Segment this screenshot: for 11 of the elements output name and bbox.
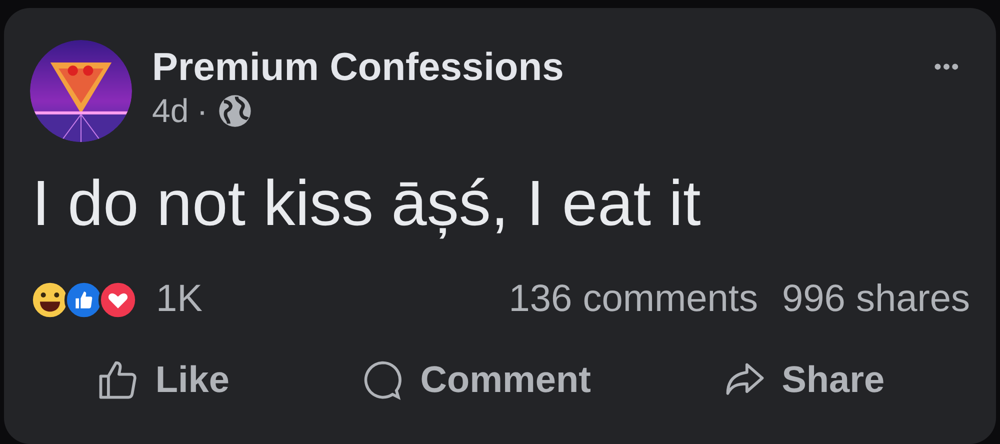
like-button[interactable]: Like: [95, 357, 230, 403]
separator-dot: ·: [196, 92, 208, 130]
share-count[interactable]: 996 shares: [782, 278, 970, 321]
post-time[interactable]: 4d: [152, 92, 189, 130]
reaction-count[interactable]: 1K: [156, 278, 202, 321]
share-button[interactable]: Share: [722, 357, 885, 403]
page-name[interactable]: Premium Confessions: [152, 46, 914, 90]
comment-count[interactable]: 136 comments: [508, 278, 758, 321]
comment-button[interactable]: Comment: [360, 357, 591, 403]
post-text: I do not kiss āșś, I eat it: [32, 166, 702, 240]
more-options-button[interactable]: •••: [934, 40, 960, 80]
